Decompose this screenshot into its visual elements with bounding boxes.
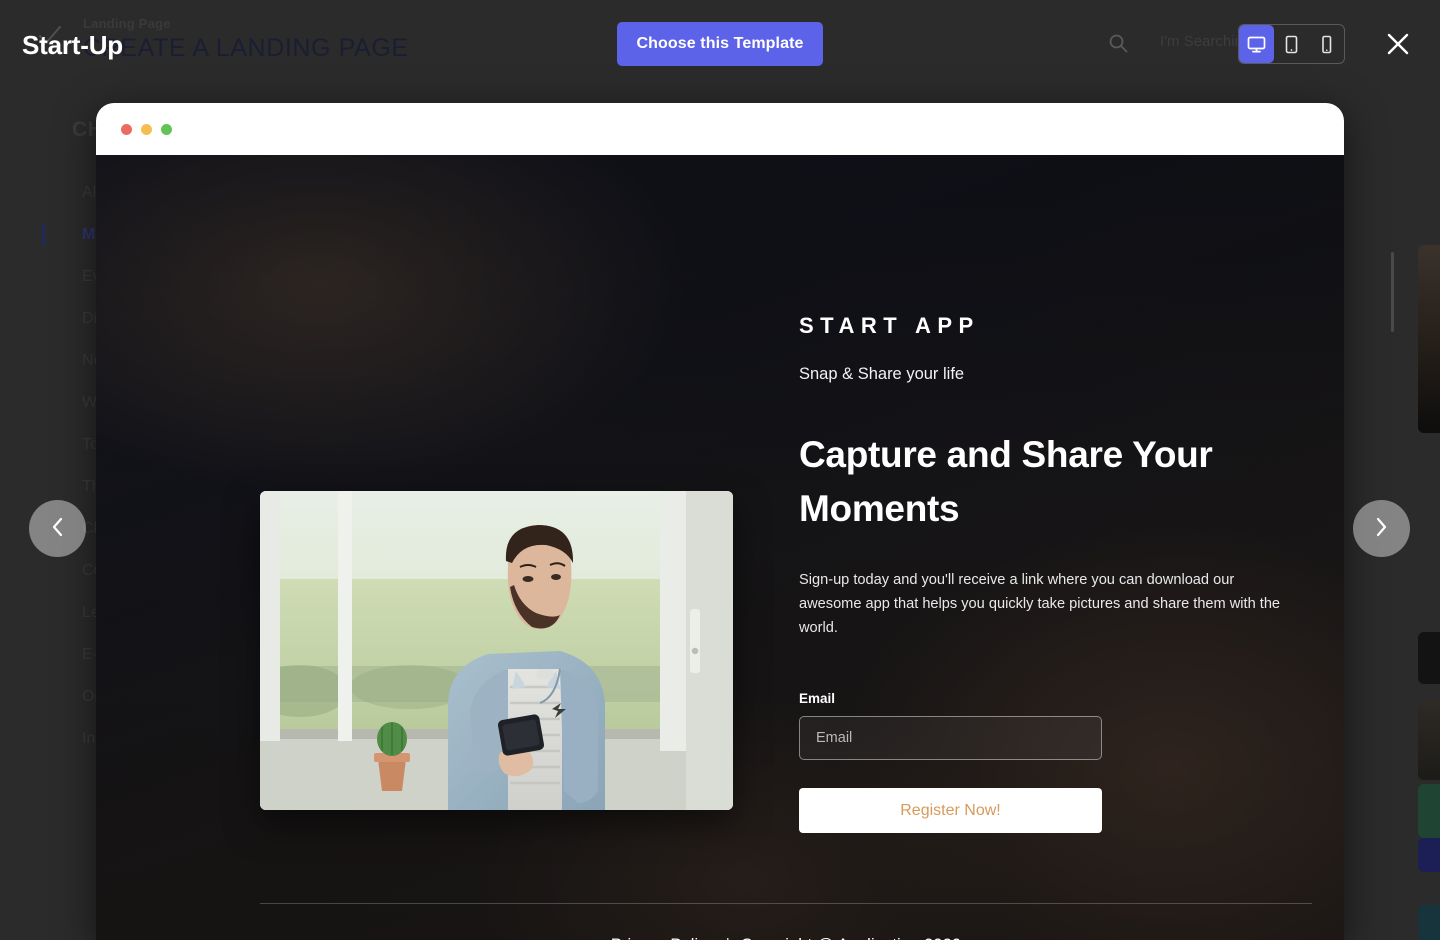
device-preview-toggle (1238, 24, 1345, 64)
app-screen: Landing Page CREATE A LANDING PAGE CHOOS… (0, 0, 1440, 940)
background-template-card[interactable] (1418, 838, 1440, 872)
footer-divider (260, 903, 1312, 904)
footer-text: Privacy Policy | Copyright @ Application… (260, 936, 1312, 940)
app-tagline: Snap & Share your life (799, 365, 965, 383)
close-preview-button[interactable] (1385, 31, 1411, 57)
background-template-card[interactable] (1418, 784, 1440, 838)
device-mobile-button[interactable] (1309, 25, 1344, 63)
man-with-phone-photo (260, 491, 733, 810)
browser-minimize-dot-icon[interactable] (141, 123, 152, 135)
register-button[interactable]: Register Now! (799, 788, 1102, 834)
app-name-eyebrow: START APP (799, 313, 980, 338)
device-tablet-button[interactable] (1274, 25, 1309, 63)
choose-this-template-button[interactable]: Choose this Template (617, 22, 823, 66)
email-field-label: Email (799, 691, 836, 707)
browser-chrome-bar (96, 103, 1344, 155)
browser-close-dot-icon[interactable] (121, 123, 132, 135)
carousel-prev-button[interactable] (29, 500, 86, 557)
hero-description: Sign-up today and you'll receive a link … (799, 572, 1281, 637)
chevron-right-icon (1374, 516, 1389, 541)
top-toolbar: Start-Up Choose this Template I'm Search… (0, 0, 1440, 88)
background-template-card[interactable] (1418, 905, 1440, 940)
email-input[interactable] (799, 716, 1102, 761)
chevron-left-icon (50, 516, 65, 541)
desktop-icon (1246, 34, 1267, 55)
preview-footer: Privacy Policy | Copyright @ Application… (260, 903, 1312, 940)
tablet-icon (1281, 34, 1302, 55)
device-desktop-button[interactable] (1239, 25, 1274, 63)
footer-separator: | (720, 936, 736, 940)
close-icon (1385, 33, 1411, 60)
search-icon[interactable] (1108, 33, 1128, 53)
mobile-icon (1316, 34, 1337, 55)
background-template-card[interactable] (1418, 632, 1440, 684)
carousel-next-button[interactable] (1353, 500, 1410, 557)
background-template-card[interactable] (1418, 245, 1440, 433)
hero-content: START APP Snap & Share your life Capture… (799, 313, 1309, 834)
hero-headline: Capture and Share Your Moments (799, 434, 1213, 529)
brand-name: Start-Up (22, 30, 123, 60)
privacy-policy-link[interactable]: Privacy Policy (611, 936, 715, 940)
copyright-text: Copyright @ Application 2020 (741, 936, 961, 940)
browser-maximize-dot-icon[interactable] (161, 123, 172, 135)
page-scrollbar[interactable] (1391, 252, 1394, 332)
background-template-card[interactable] (1418, 700, 1440, 780)
hero-photo (260, 491, 733, 810)
template-preview-window: START APP Snap & Share your life Capture… (96, 103, 1344, 940)
template-preview-canvas: START APP Snap & Share your life Capture… (96, 155, 1344, 940)
